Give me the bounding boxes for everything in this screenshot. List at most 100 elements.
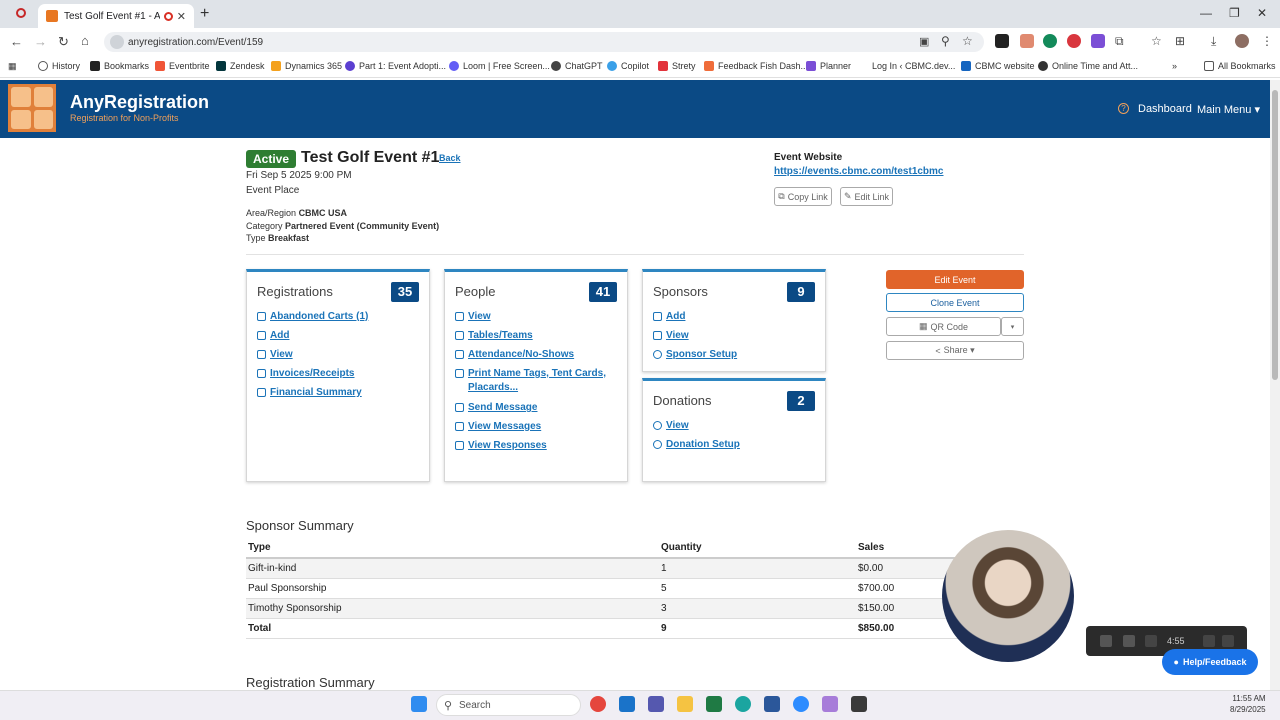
extension-icon[interactable] [1020, 34, 1034, 48]
zoom-icon[interactable]: ⚲ [941, 34, 950, 48]
financial-summary-link[interactable]: Financial Summary [257, 386, 362, 400]
restart-icon[interactable] [1203, 635, 1215, 647]
favorites-icon[interactable]: ☆ [1151, 34, 1162, 48]
event-category: Category Partnered Event (Community Even… [246, 221, 440, 231]
bookmark-eventbrite[interactable]: Eventbrite [155, 61, 210, 71]
sponsor-view-link[interactable]: View [653, 329, 689, 343]
bookmarks-overflow-icon[interactable]: » [1172, 61, 1177, 71]
site-info-icon[interactable] [110, 35, 124, 49]
file-explorer-icon[interactable] [677, 696, 693, 712]
sponsor-setup-link[interactable]: Sponsor Setup [653, 348, 737, 362]
bookmark-copilot[interactable]: Copilot [607, 61, 649, 71]
bookmark-cbmc-dev[interactable]: Log In ‹ CBMC.dev... [858, 61, 955, 71]
bookmark-strety[interactable]: Strety [658, 61, 696, 71]
windows-start-icon[interactable] [411, 696, 427, 712]
copy-link-button[interactable]: ⧉ Copy Link [774, 187, 832, 206]
invoices-receipts-link[interactable]: Invoices/Receipts [257, 367, 354, 381]
view-messages-link[interactable]: View Messages [455, 420, 541, 434]
qr-code-dropdown-toggle[interactable]: ▾ [1001, 317, 1024, 336]
taskbar-search[interactable]: ⚲ Search [436, 694, 581, 716]
sticky-notes-icon[interactable] [851, 696, 867, 712]
reload-icon[interactable]: ↻ [58, 34, 69, 50]
word-icon[interactable] [764, 696, 780, 712]
column-header: Quantity [659, 538, 856, 559]
extension-icon[interactable] [995, 34, 1009, 48]
all-bookmarks[interactable]: All Bookmarks [1204, 61, 1276, 71]
sponsor-add-link[interactable]: Add [653, 310, 685, 324]
scrollbar-thumb[interactable] [1272, 90, 1278, 380]
event-website-link[interactable]: https://events.cbmc.com/test1cbmc [774, 166, 944, 177]
download-icon[interactable]: ⤓ [1211, 34, 1216, 49]
share-dropdown-button[interactable]: < Share ▾ [886, 341, 1024, 360]
edit-event-button[interactable]: Edit Event [886, 270, 1024, 289]
registration-add-link[interactable]: Add [257, 329, 289, 343]
clone-event-button[interactable]: Clone Event [886, 293, 1024, 312]
dashboard-link[interactable]: Dashboard [1138, 103, 1192, 115]
teams-icon[interactable] [648, 696, 664, 712]
view-responses-link[interactable]: View Responses [455, 439, 547, 453]
profile-avatar[interactable] [1235, 34, 1249, 48]
snipping-tool-icon[interactable] [822, 696, 838, 712]
bookmark-dynamics[interactable]: Dynamics 365 [271, 61, 342, 71]
trash-icon[interactable] [1222, 635, 1234, 647]
bookmark-planner[interactable]: Planner [806, 61, 851, 71]
bookmark-online-time[interactable]: Online Time and Att... [1038, 61, 1138, 71]
column-header: Type [246, 538, 659, 559]
close-tab-icon[interactable]: ✕ [177, 10, 186, 23]
chat-icon [455, 422, 464, 431]
pause-icon[interactable] [1123, 635, 1135, 647]
browser-tab-active[interactable]: Test Golf Event #1 - AnyRe ✕ [38, 4, 194, 28]
extension-icon[interactable] [1067, 34, 1081, 48]
help-feedback-button[interactable]: ● Help/Feedback [1162, 649, 1258, 675]
back-link[interactable]: Back [439, 153, 461, 163]
bookmark-chatgpt[interactable]: ChatGPT [551, 61, 603, 71]
bookmark-zendesk[interactable]: Zendesk [216, 61, 265, 71]
qr-code-button[interactable]: ▦ QR Code [886, 317, 1001, 336]
print-name-tags-link[interactable]: Print Name Tags, Tent Cards, Placards... [455, 367, 606, 395]
abandoned-carts-link[interactable]: Abandoned Carts (1) [257, 310, 368, 324]
extension-icon[interactable] [1091, 34, 1105, 48]
extensions-puzzle-icon[interactable]: ⧉ [1115, 34, 1124, 49]
registration-view-link[interactable]: View [257, 348, 293, 362]
maximize-button[interactable]: ❐ [1229, 6, 1240, 20]
people-view-link[interactable]: View [455, 310, 491, 324]
taskbar-clock[interactable]: 11:55 AM 8/29/2025 [1230, 693, 1266, 715]
bookmark-event-adoption[interactable]: Part 1: Event Adopti... [345, 61, 446, 71]
bookmark-star-icon[interactable]: ☆ [962, 34, 973, 48]
excel-icon[interactable] [706, 696, 722, 712]
close-window-button[interactable]: ✕ [1257, 6, 1267, 20]
minimize-button[interactable]: — [1200, 6, 1212, 20]
send-message-link[interactable]: Send Message [455, 401, 537, 415]
donation-setup-link[interactable]: Donation Setup [653, 438, 740, 452]
main-menu-dropdown[interactable]: Main Menu ▾ [1197, 103, 1260, 116]
anyregistration-logo[interactable] [8, 84, 56, 132]
stop-icon[interactable] [1100, 635, 1112, 647]
rewind-icon[interactable] [1145, 635, 1157, 647]
home-icon[interactable]: ⌂ [81, 33, 89, 48]
apps-grid-icon[interactable]: ▦ [8, 61, 17, 72]
bookmark-feedback-fish[interactable]: Feedback Fish Dash... [704, 61, 808, 71]
registrations-count: 35 [391, 282, 419, 302]
donation-view-link[interactable]: View [653, 419, 689, 433]
help-icon[interactable]: ? [1118, 103, 1129, 114]
chrome-icon[interactable] [590, 696, 606, 712]
new-tab-button[interactable]: + [200, 5, 209, 23]
back-arrow-icon[interactable]: ← [10, 34, 23, 49]
browser-menu-icon[interactable]: ⋮ [1261, 34, 1273, 48]
bookmark-history[interactable]: History [38, 61, 80, 71]
bookmark-bookmarks[interactable]: Bookmarks [90, 61, 149, 71]
tables-teams-link[interactable]: Tables/Teams [455, 329, 533, 343]
event-date: Fri Sep 5 2025 9:00 PM [246, 170, 352, 181]
zoom-app-icon[interactable] [793, 696, 809, 712]
cast-icon[interactable]: ▣ [919, 35, 929, 48]
forward-arrow-icon[interactable]: → [34, 34, 47, 49]
attendance-link[interactable]: Attendance/No-Shows [455, 348, 574, 362]
bookmark-cbmc-website[interactable]: CBMC website [961, 61, 1035, 71]
edge-icon[interactable] [735, 696, 751, 712]
outlook-icon[interactable] [619, 696, 635, 712]
brand-name[interactable]: AnyRegistration [70, 92, 209, 113]
bookmark-loom[interactable]: Loom | Free Screen... [449, 61, 550, 71]
tab-search-icon[interactable]: ⊞ [1175, 34, 1185, 48]
extension-icon[interactable] [1043, 34, 1057, 48]
edit-link-button[interactable]: ✎ Edit Link [840, 187, 893, 206]
